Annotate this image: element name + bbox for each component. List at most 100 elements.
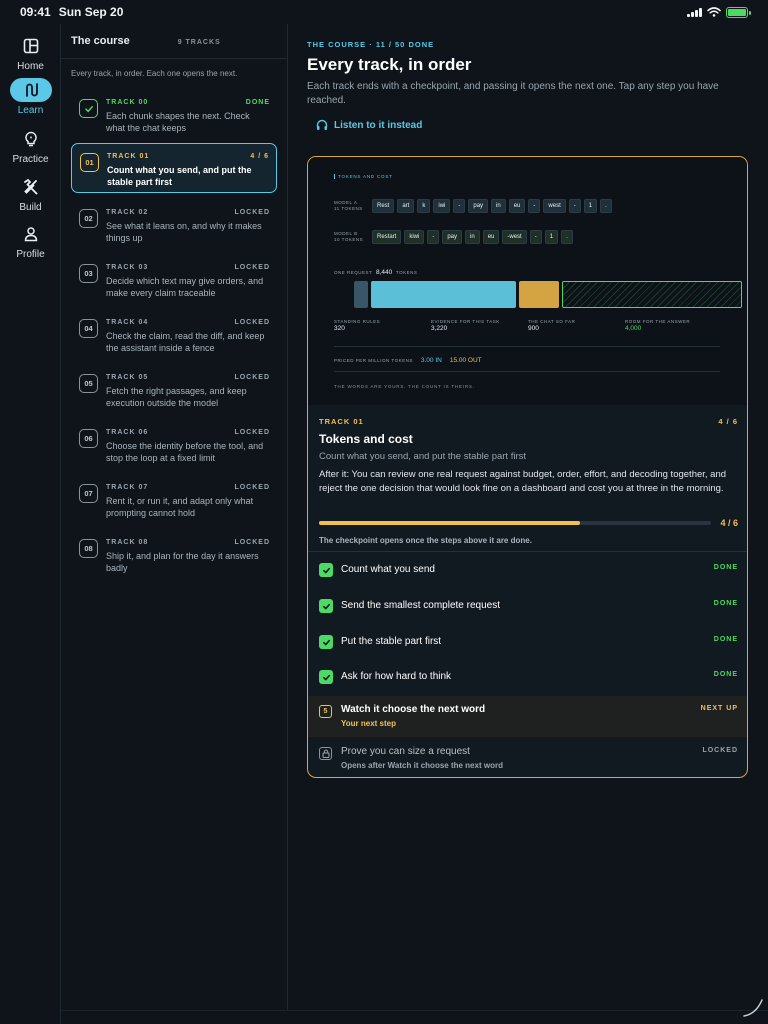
track-state: LOCKED [234,374,270,381]
model-a-label: MODEL A 11 TOKENS [334,200,363,212]
course-intro: Every track, in order. Each one opens th… [71,69,238,78]
segment-value: 4,000 [625,325,642,332]
cellular-signal-icon [687,7,702,17]
token-chip: pay [468,199,489,213]
step-item-next[interactable]: 5 Watch it choose the next word Your nex… [308,696,747,737]
lightbulb-icon [24,131,37,147]
track-item-05[interactable]: 05 TRACK 05 LOCKED Fetch the right passa… [71,365,277,415]
track-desc: See what it leans on, and why it makes t… [106,221,262,243]
main-panel: THE COURSE · 11 / 50 DONE Every track, i… [288,24,768,1024]
segment-value: 3,220 [431,325,448,332]
price-out: 15.00 OUT [449,357,482,364]
nav-item-home[interactable]: Home [0,34,61,72]
track-badge: 02 [79,209,98,228]
course-header: The course 9 TRACKS [71,35,278,47]
request-segment-bar [518,281,560,308]
step-label: Watch it choose the next word [341,704,486,715]
model-b-tokens: Restart kiwi - pay in eu -west -1. [372,230,573,244]
track-title: Tokens and cost [319,432,413,446]
check-icon [84,105,93,112]
track-kicker: TRACK 01 [107,153,150,160]
nav-item-learn[interactable]: Learn [0,78,61,116]
step-state: LOCKED [702,747,738,754]
step-item-3[interactable]: Put the stable part first DONE [308,626,747,662]
nav-label: Practice [12,154,49,165]
nav-item-profile[interactable]: Profile [0,222,61,260]
step-label: Ask for how hard to think [341,671,452,682]
check-icon [319,563,333,577]
step-number: 5 [319,705,332,718]
step-state: NEXT UP [700,705,738,712]
model-b-label: MODEL B 10 TOKENS [334,231,363,243]
battery-icon [726,6,751,18]
nav-item-practice[interactable]: Practice [0,127,61,165]
track-kicker: TRACK 00 [106,99,149,106]
track-item-07[interactable]: 07 TRACK 07 LOCKED Rent it, or run it, a… [71,475,277,525]
step-state: DONE [713,600,738,607]
token-chip: - [427,230,440,244]
track-kicker: TRACK 05 [106,374,149,381]
token-chip: 1 [583,199,598,213]
nav-label: Build [19,202,42,213]
model-b-count: 10 TOKENS [334,237,364,242]
track-desc: Ship it, and plan for the day it answers… [106,551,259,573]
nav-item-build[interactable]: Build [0,175,61,213]
request-segment-bar [562,281,742,308]
track-desc: Each chunk shapes the next. Check what t… [106,111,250,133]
nav-rail: Home Learn Practice Build Profile [0,24,61,1024]
track-kicker: TRACK 02 [106,209,149,216]
track-item-04[interactable]: 04 TRACK 04 LOCKED Check the claim, read… [71,310,277,360]
step-hint: Opens after Watch it choose the next wor… [341,761,503,770]
track-item-00[interactable]: TRACK 00 DONE Each chunk shapes the next… [71,90,277,140]
tools-icon [23,179,37,195]
step-item-2[interactable]: Send the smallest complete request DONE [308,590,747,626]
track-kicker: TRACK 08 [106,539,149,546]
token-chip: - [529,230,542,244]
illustration-title: TOKENS AND COST [334,174,393,179]
token-chip: west [543,199,566,213]
segment-value: 320 [334,325,345,332]
track-badge: 06 [79,429,98,448]
track-item-02[interactable]: 02 TRACK 02 LOCKED See what it leans on,… [71,200,277,250]
token-chip: -west [502,230,527,244]
divider [308,551,747,552]
status-date: Sun Sep 20 [58,5,124,19]
track-badge [79,99,98,118]
track-item-01[interactable]: 01 TRACK 01 4 / 6 Count what you send, a… [71,143,277,193]
track-count: 9 TRACKS [177,39,221,46]
track-badge: 07 [79,484,98,503]
model-a-count: 11 TOKENS [334,206,363,211]
token-chip: - [568,199,581,213]
nav-label: Profile [16,249,45,260]
step-label: Prove you can size a request [341,746,470,757]
track-item-03[interactable]: 03 TRACK 03 LOCKED Decide which text may… [71,255,277,305]
step-item-1[interactable]: Count what you send DONE [308,554,747,590]
status-icons [687,6,751,18]
illustration-footer: THE WORDS ARE YOURS. THE COUNT IS THEIRS… [334,384,475,389]
track-progress-bar [319,521,711,525]
step-item-4[interactable]: Ask for how hard to think DONE [308,661,747,697]
track-card: TOKENS AND COST MODEL A 11 TOKENS Rest ar… [307,156,748,778]
token-chip: 1 [544,230,559,244]
person-icon [24,227,37,242]
request-unit: TOKENS [395,270,418,275]
track-outcome: After it: You can review one real reques… [319,469,727,494]
track-badge: 08 [79,539,98,558]
listen-button[interactable]: Listen to it instead [316,119,422,131]
track-badge: 05 [79,374,98,393]
step-item-locked[interactable]: Prove you can size a request Opens after… [308,738,747,774]
track-badge: 03 [79,264,98,283]
token-chip: kiwi [404,230,425,244]
track-item-06[interactable]: 06 TRACK 06 LOCKED Choose the identity b… [71,420,277,470]
status-bar: 09:41 Sun Sep 20 [0,0,768,24]
listen-label: Listen to it instead [334,119,423,131]
token-chip: eu [482,230,500,244]
token-chip: art [397,199,415,213]
request-total-value: 8,440 [375,269,393,276]
page-subtitle: Each track ends with a checkpoint, and p… [307,81,719,106]
track-state: DONE [245,99,270,106]
divider [61,58,288,59]
step-label: Send the smallest complete request [341,600,500,611]
track-item-08[interactable]: 08 TRACK 08 LOCKED Ship it, and plan for… [71,530,277,580]
check-icon [319,670,333,684]
